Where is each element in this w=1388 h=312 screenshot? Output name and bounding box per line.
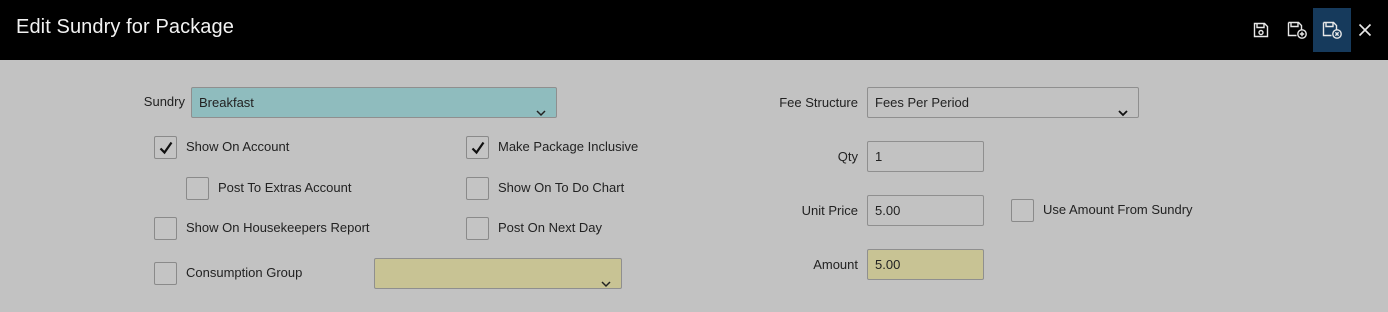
- close-icon: [1358, 23, 1372, 37]
- make-package-inclusive-checkbox[interactable]: [466, 136, 489, 159]
- unit-price-label: Unit Price: [801, 203, 858, 218]
- post-to-extras-account-checkbox[interactable]: [186, 177, 209, 200]
- unit-price-input[interactable]: 5.00: [867, 195, 984, 226]
- save-and-close-button[interactable]: [1313, 8, 1351, 52]
- consumption-group-checkbox[interactable]: [154, 262, 177, 285]
- dialog-title: Edit Sundry for Package: [16, 16, 234, 38]
- save-close-icon: [1321, 20, 1343, 40]
- amount-label: Amount: [813, 257, 858, 272]
- fee-structure-label: Fee Structure: [779, 95, 858, 110]
- sundry-select[interactable]: Breakfast: [191, 87, 557, 118]
- post-on-next-day-checkbox[interactable]: [466, 217, 489, 240]
- qty-label: Qty: [837, 149, 858, 164]
- amount-input[interactable]: 5.00: [867, 249, 984, 280]
- make-package-inclusive-label: Make Package Inclusive: [498, 139, 639, 154]
- use-amount-from-sundry-checkbox[interactable]: [1011, 199, 1034, 222]
- sundry-label: Sundry: [143, 94, 185, 109]
- save-and-new-button[interactable]: [1278, 8, 1316, 52]
- chevron-down-icon: [536, 98, 546, 127]
- checkmark-icon: [471, 141, 485, 155]
- show-on-to-do-chart-checkbox[interactable]: [466, 177, 489, 200]
- fee-structure-select[interactable]: Fees Per Period: [867, 87, 1139, 118]
- consumption-group-select[interactable]: [374, 258, 622, 289]
- qty-input[interactable]: 1: [867, 141, 984, 172]
- save-add-icon: [1286, 20, 1308, 40]
- show-on-housekeepers-report-checkbox[interactable]: [154, 217, 177, 240]
- show-on-account-checkbox[interactable]: [154, 136, 177, 159]
- save-button[interactable]: [1242, 8, 1280, 52]
- post-to-extras-account-label: Post To Extras Account: [218, 180, 352, 195]
- sundry-select-value: Breakfast: [199, 95, 254, 110]
- close-button[interactable]: [1352, 8, 1378, 52]
- show-on-to-do-chart-label: Show On To Do Chart: [498, 180, 625, 195]
- dialog-header: Edit Sundry for Package: [0, 0, 1388, 60]
- fee-structure-value: Fees Per Period: [875, 95, 969, 110]
- post-on-next-day-label: Post On Next Day: [498, 220, 603, 235]
- consumption-group-label: Consumption Group: [186, 265, 303, 280]
- chevron-down-icon: [1118, 98, 1128, 127]
- save-icon: [1252, 21, 1270, 39]
- show-on-account-label: Show On Account: [186, 139, 290, 154]
- use-amount-from-sundry-label: Use Amount From Sundry: [1043, 202, 1193, 217]
- chevron-down-icon: [601, 269, 611, 298]
- show-on-housekeepers-report-label: Show On Housekeepers Report: [186, 220, 370, 235]
- checkmark-icon: [159, 141, 173, 155]
